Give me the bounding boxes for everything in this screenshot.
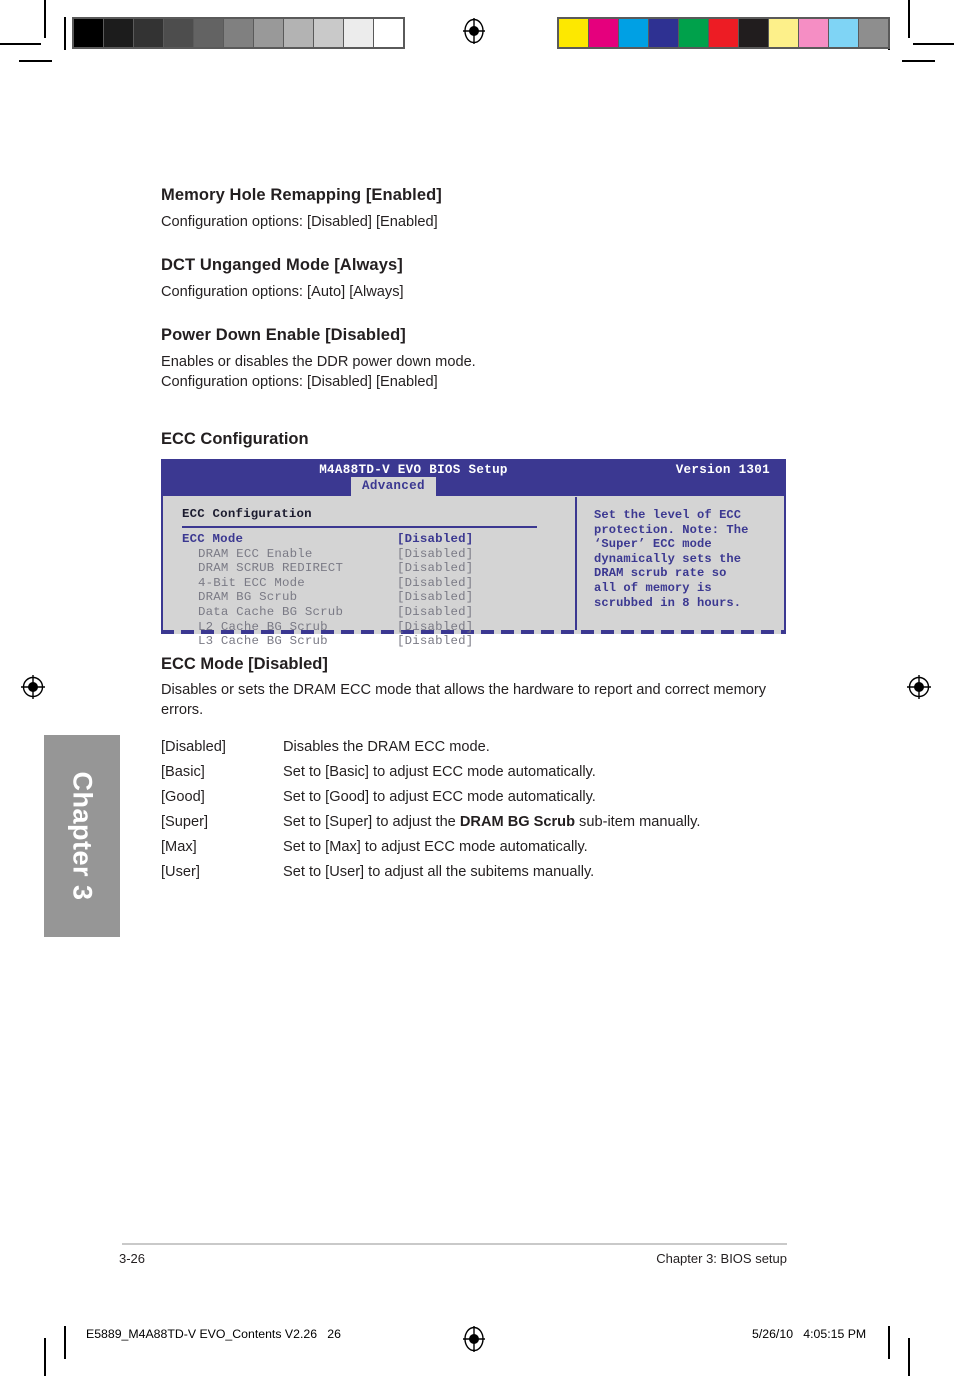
bios-setting-label: DRAM SCRUB REDIRECT [198, 561, 344, 576]
option-row: [Basic] Set to [Basic] to adjust ECC mode… [161, 763, 761, 788]
option-row: [Disabled] Disables the DRAM ECC mode. [161, 738, 761, 763]
bios-setting-value[interactable]: [Disabled] [397, 590, 473, 605]
option-key: [Disabled] [161, 739, 226, 755]
bios-settings-list: ECC Mode [Disabled] DRAM ECC Enable [Disabl… [182, 532, 575, 649]
section-body: Configuration options: [Auto] [Always] [161, 284, 404, 300]
bios-setting-value[interactable]: [Disabled] [397, 605, 473, 620]
bios-settings-panel: ECC Configuration ECC Mode [Disabled] DRAM… [163, 496, 575, 648]
bios-setting-row[interactable]: L3 Cache BG Scrub [Disabled] [182, 634, 575, 649]
option-description: Disables the DRAM ECC mode. [283, 739, 490, 755]
option-row: [Super] Set to [Super] to adjust the DRAM… [161, 813, 761, 838]
option-description: Set to [Good] to adjust ECC mode automat… [283, 789, 596, 805]
option-description: Set to [User] to adjust all the subitems… [283, 864, 595, 880]
bios-screenshot: M4A88TD-V EVO BIOS Setup Version 1301 Ad… [161, 459, 786, 648]
option-row: [User] Set to [User] to adjust all the su… [161, 863, 761, 888]
bios-setting-label: DRAM ECC Enable [198, 546, 313, 561]
ecc-mode-heading: ECC Mode [Disabled] [161, 655, 328, 673]
ecc-mode-description-block: ECC Mode [Disabled] Disables or sets the… [161, 655, 801, 888]
section-dct-unganged-mode: DCT Unganged Mode [Always] Configuration… [161, 256, 801, 302]
option-description: Set to [Basic] to adjust ECC mode automa… [283, 764, 596, 780]
bios-setting-value[interactable]: [Disabled] [397, 576, 473, 591]
bios-panel-title: ECC Configuration [182, 507, 312, 521]
section-heading: DCT Unganged Mode [Always] [161, 256, 403, 274]
bios-setting-value[interactable]: [Disabled] [397, 532, 473, 547]
bios-body: ECC Configuration ECC Mode [Disabled] DRAM… [161, 496, 786, 648]
bios-setting-label: L3 Cache BG Scrub [198, 634, 328, 649]
bios-setting-label: ECC Mode [182, 532, 244, 546]
print-slug-filename: E5889_M4A88TD-V EVO_Contents V2.26 26 [86, 1327, 341, 1341]
option-row: [Good] Set to [Good] to adjust ECC mode a… [161, 788, 761, 813]
bios-setting-label: Data Cache BG Scrub [198, 604, 344, 619]
option-description: Set to [Super] to adjust the DRAM BG Scr… [283, 814, 701, 830]
body-sections: Memory Hole Remapping [Enabled] Configur… [161, 186, 801, 416]
section-body: Enables or disables the DDR power down m… [161, 354, 476, 390]
section-power-down-enable: Power Down Enable [Disabled] Enables or … [161, 326, 801, 392]
section-body: Configuration options: [Disabled] [Enabl… [161, 214, 438, 230]
option-description: Set to [Max] to adjust ECC mode automati… [283, 839, 588, 855]
bios-setting-label: 4-Bit ECC Mode [198, 575, 305, 590]
bios-help-panel: Set the level of ECC protection. Note: T… [577, 496, 784, 630]
bios-tab-advanced[interactable]: Advanced [351, 477, 436, 496]
chapter-tab: Chapter 3 [44, 735, 120, 937]
bios-setting-row[interactable]: DRAM ECC Enable [Disabled] [182, 547, 575, 562]
option-key: [Super] [161, 814, 209, 830]
option-key: [Basic] [161, 764, 205, 780]
bios-setting-value[interactable]: [Disabled] [397, 547, 473, 562]
bios-setting-row[interactable]: Data Cache BG Scrub [Disabled] [182, 605, 575, 620]
bios-setting-row[interactable]: DRAM BG Scrub [Disabled] [182, 590, 575, 605]
bios-setting-value[interactable]: [Disabled] [397, 561, 473, 576]
bios-help-text: Set the level of ECC protection. Note: T… [594, 508, 749, 610]
bios-setting-row[interactable]: ECC Mode [Disabled] [182, 532, 575, 547]
ecc-mode-description: Disables or sets the DRAM ECC mode that … [161, 682, 767, 718]
option-key: [Max] [161, 839, 197, 855]
option-row: [Max] Set to [Max] to adjust ECC mode aut… [161, 838, 761, 863]
ecc-configuration-heading: ECC Configuration [161, 430, 309, 448]
bios-setting-value[interactable]: [Disabled] [397, 620, 473, 635]
bios-setting-row[interactable]: DRAM SCRUB REDIRECT [Disabled] [182, 561, 575, 576]
bios-header: M4A88TD-V EVO BIOS Setup Version 1301 Ad… [161, 459, 786, 496]
bios-version: Version 1301 [675, 463, 770, 477]
print-slug-timestamp: 5/26/10 4:05:15 PM [752, 1327, 867, 1341]
section-heading: Power Down Enable [Disabled] [161, 326, 406, 344]
bios-setting-row[interactable]: L2 Cache BG Scrub [Disabled] [182, 620, 575, 635]
footer-divider [122, 1243, 787, 1245]
chapter-tab-label: Chapter 3 [67, 771, 98, 901]
bios-setting-label: DRAM BG Scrub [198, 590, 298, 605]
ecc-mode-options-table: [Disabled] Disables the DRAM ECC mode. [Ba… [161, 738, 761, 888]
section-memory-hole-remapping: Memory Hole Remapping [Enabled] Configur… [161, 186, 801, 232]
section-heading: Memory Hole Remapping [Enabled] [161, 186, 442, 204]
bios-setting-value[interactable]: [Disabled] [397, 634, 473, 649]
option-description-emphasis: DRAM BG Scrub [459, 814, 575, 830]
footer-chapter-label: Chapter 3: BIOS setup [656, 1251, 787, 1266]
manual-page: Chapter 3 Memory Hole Remapping [Enabled… [0, 0, 954, 1376]
option-key: [Good] [161, 789, 205, 805]
option-key: [User] [161, 864, 200, 880]
footer-page-number: 3-26 [119, 1251, 146, 1266]
bios-setting-row[interactable]: 4-Bit ECC Mode [Disabled] [182, 576, 575, 591]
bios-setting-label: L2 Cache BG Scrub [198, 619, 328, 634]
panel-divider [182, 526, 537, 528]
